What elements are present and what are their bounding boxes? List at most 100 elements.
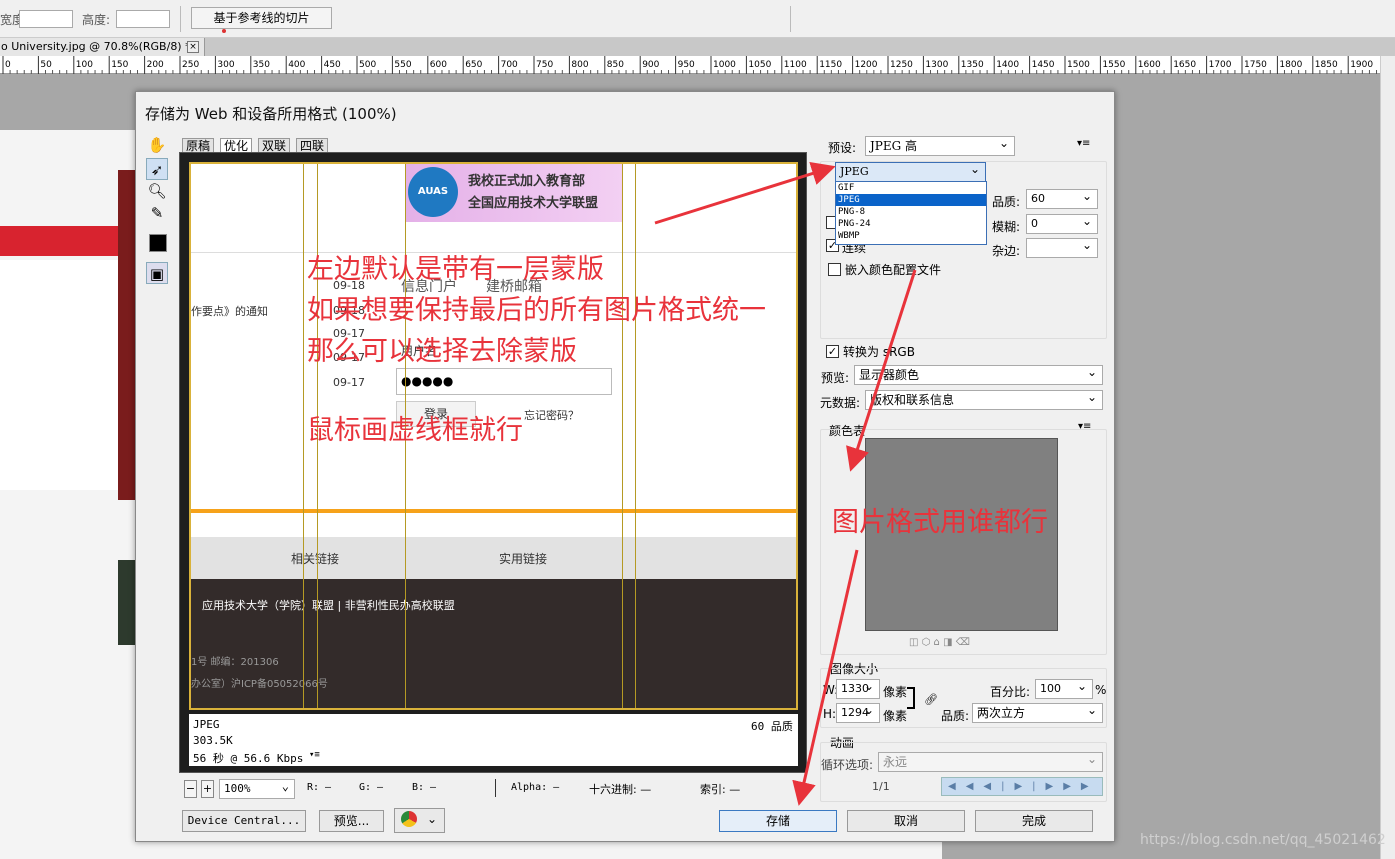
- ruler-tick-label: 200: [147, 60, 164, 70]
- toggle-slice-visibility-icon[interactable]: ▣: [146, 262, 168, 284]
- info-time: 56 秒 @ 56.6 Kbps: [193, 752, 304, 765]
- zoom-tool-icon[interactable]: 🔍︎: [146, 180, 168, 202]
- eyedropper-color-swatch[interactable]: [149, 234, 167, 252]
- ruler-tick-label: 1300: [925, 60, 948, 70]
- cancel-button[interactable]: 取消: [847, 810, 965, 832]
- ruler-tick-label: 1550: [1102, 60, 1125, 70]
- device-central-button[interactable]: Device Central...: [182, 810, 306, 832]
- ruler-tick-label: 1500: [1067, 60, 1090, 70]
- metadata-select[interactable]: 版权和联系信息: [865, 388, 1103, 410]
- preview-color-label: 预览:: [821, 371, 850, 385]
- height-label: H:: [823, 707, 837, 721]
- tab-original[interactable]: 原稿: [182, 138, 215, 153]
- vertical-scrollbar[interactable]: [1380, 56, 1395, 859]
- slice-guide-line: [303, 164, 304, 708]
- format-option[interactable]: WBMP: [836, 230, 986, 242]
- hand-tool-icon[interactable]: ✋: [146, 134, 168, 156]
- format-option[interactable]: GIF: [836, 182, 986, 194]
- hex-readout: 十六进制: —: [589, 783, 652, 796]
- ruler-tick-label: 700: [501, 60, 518, 70]
- ruler-tick-label: 800: [571, 60, 588, 70]
- zoom-in-icon[interactable]: +: [201, 780, 214, 798]
- percent-input[interactable]: 100: [1035, 677, 1093, 699]
- ruler-tick-label: 1850: [1315, 60, 1338, 70]
- preset-select[interactable]: JPEG 高: [865, 134, 1015, 156]
- links-band: 相关链接 实用链接: [191, 537, 796, 579]
- blur-input[interactable]: 0: [1026, 212, 1098, 234]
- matte-select[interactable]: [1026, 236, 1098, 258]
- footer-line-2: 1号 邮编：201306: [191, 657, 279, 668]
- tab-4up[interactable]: 四联: [296, 138, 329, 153]
- footer-line-1: 应用技术大学（学院）联盟 | 非营利性民办高校联盟: [202, 599, 455, 612]
- divider: [495, 779, 496, 797]
- forgot-password-link: 忘记密码？: [524, 409, 579, 422]
- width-input[interactable]: [19, 10, 73, 28]
- settings-menu-icon[interactable]: ▾≡: [1077, 138, 1090, 149]
- blur-label: 模糊:: [992, 220, 1021, 234]
- chrome-browser-icon: [401, 810, 417, 827]
- ruler-tick-label: 1450: [1032, 60, 1055, 70]
- zoom-select[interactable]: 100%: [219, 777, 295, 799]
- format-option[interactable]: PNG-8: [836, 206, 986, 218]
- format-option[interactable]: PNG-24: [836, 218, 986, 230]
- ruler-tick-label: 1150: [819, 60, 842, 70]
- date-item: 09-17: [333, 376, 365, 389]
- height-input[interactable]: 1294: [836, 701, 880, 723]
- width-unit: 像素: [883, 685, 908, 699]
- preview-browser-button[interactable]: 预览...: [319, 810, 384, 832]
- g-readout: G: —: [359, 782, 384, 793]
- eyedropper-tool-icon[interactable]: ✎: [146, 202, 168, 224]
- info-menu-icon[interactable]: ▾≡: [309, 750, 320, 760]
- orange-divider: [191, 509, 796, 513]
- close-tab-icon[interactable]: ×: [187, 41, 199, 53]
- resample-select[interactable]: 两次立方: [972, 701, 1103, 723]
- format-option[interactable]: JPEG: [836, 194, 986, 206]
- embed-profile-checkbox[interactable]: [828, 263, 841, 276]
- ruler-tick-label: 1100: [784, 60, 807, 70]
- browser-select[interactable]: ⌄: [394, 808, 445, 833]
- ruler-tick-label: 1700: [1209, 60, 1232, 70]
- ruler-tick-label: 350: [253, 60, 270, 70]
- format-select[interactable]: JPEG: [835, 160, 986, 182]
- ruler-tick-label: 500: [359, 60, 376, 70]
- convert-srgb-checkbox[interactable]: ✓: [826, 345, 839, 358]
- ruler-tick-label: 150: [111, 60, 128, 70]
- ruler-tick-label: 250: [182, 60, 199, 70]
- loop-select[interactable]: 永远: [878, 750, 1103, 772]
- annotation-left-3: 那么可以选择去除蒙版: [307, 336, 577, 367]
- preset-label: 预设:: [828, 141, 857, 155]
- color-table-tool-icons[interactable]: ◫ ⬡ ⌂ ◨ ⌫: [909, 637, 970, 648]
- document-tab-bar: [0, 38, 1395, 56]
- done-button[interactable]: 完成: [975, 810, 1093, 832]
- password-field: ●●●●●: [396, 368, 612, 395]
- metadata-label: 元数据:: [820, 396, 861, 410]
- banner-text-2: 全国应用技术大学联盟: [468, 196, 599, 211]
- width-input[interactable]: 1330: [836, 677, 880, 699]
- document-tab-title: o University.jpg @ 70.8%(RGB/8) *: [1, 40, 191, 53]
- auas-banner: AUAS 我校正式加入教育部 全国应用技术大学联盟: [405, 164, 623, 222]
- document-tab[interactable]: o University.jpg @ 70.8%(RGB/8) * ×: [0, 38, 205, 56]
- zoom-out-icon[interactable]: −: [184, 780, 197, 798]
- link-proportions-icon[interactable]: 🔗︎: [924, 693, 938, 706]
- tab-optimized[interactable]: 优化: [220, 138, 253, 153]
- format-dropdown-list: GIF JPEG PNG-8 PNG-24 WBMP: [835, 181, 987, 245]
- slice-from-guides-button[interactable]: 基于参考线的切片: [191, 7, 332, 33]
- preview-color-select[interactable]: 显示器颜色: [854, 363, 1103, 385]
- notice-text: 作要点》的通知: [191, 305, 268, 318]
- animation-controls[interactable]: ◀◀◀|▶|▶▶▶: [941, 777, 1103, 796]
- ruler-tick-label: 50: [40, 60, 52, 70]
- slice-select-tool-icon[interactable]: ➶: [146, 158, 168, 180]
- embed-profile-label: 嵌入颜色配置文件: [845, 263, 942, 277]
- useful-links-label: 实用链接: [499, 552, 548, 566]
- annotation-right: 图片格式用谁都行: [832, 507, 1048, 538]
- save-button[interactable]: 存储: [719, 810, 837, 832]
- height-unit: 像素: [883, 709, 908, 723]
- quality-input[interactable]: 60: [1026, 187, 1098, 209]
- ruler-tick-label: 550: [394, 60, 411, 70]
- constrain-bracket: [907, 687, 915, 709]
- watermark: https://blog.csdn.net/qq_45021462: [1140, 832, 1386, 848]
- r-readout: R: —: [307, 782, 332, 793]
- slice-button-label: 基于参考线的切片: [213, 11, 310, 25]
- tab-2up[interactable]: 双联: [258, 138, 291, 153]
- height-input[interactable]: [116, 10, 170, 28]
